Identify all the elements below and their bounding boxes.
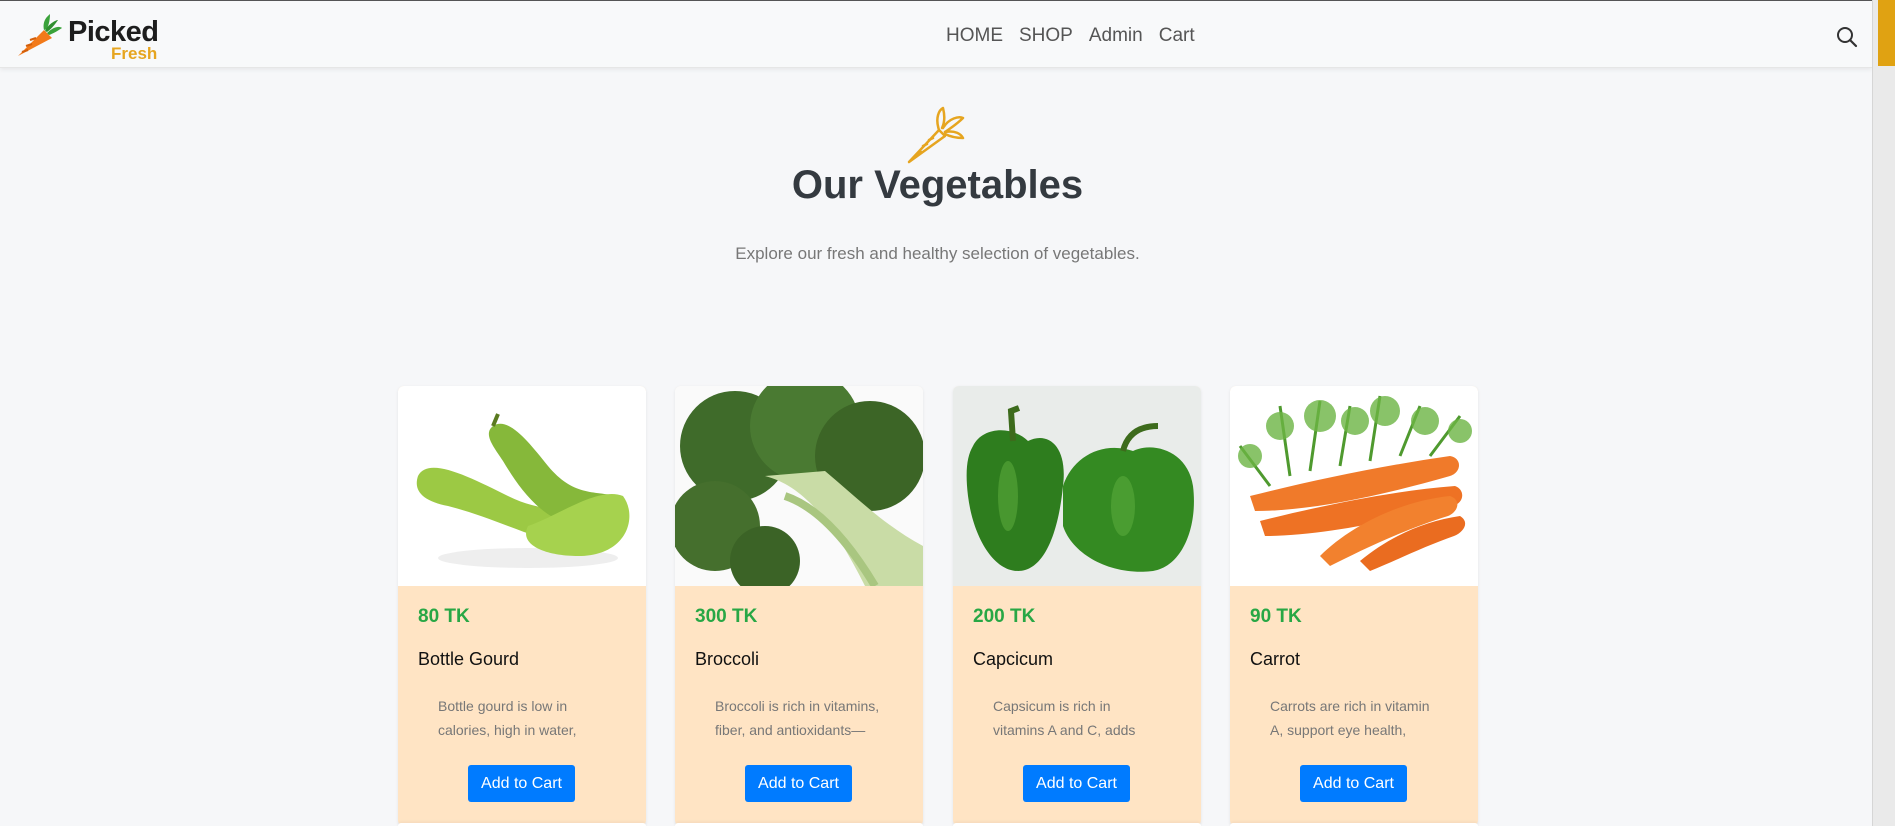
product-price: 90 TK	[1250, 606, 1302, 627]
product-card: 300 TK Broccoli Broccoli is rich in vita…	[675, 386, 923, 826]
product-price: 80 TK	[418, 606, 470, 627]
product-name: Capcicum	[973, 649, 1054, 669]
brand-logo[interactable]: Picked Fresh	[14, 10, 174, 63]
product-name: Broccoli	[695, 649, 760, 669]
nav-admin[interactable]: Admin	[1089, 25, 1143, 47]
page-subtitle: Explore our fresh and healthy selection …	[735, 244, 1140, 263]
capsicum-image	[953, 386, 1201, 586]
hero-carrot-icon-wrap	[905, 104, 967, 171]
top-navbar: Picked Fresh HOME SHOP Admin Cart	[0, 0, 1872, 68]
search-icon	[1837, 27, 1858, 48]
product-name: Carrot	[1250, 649, 1301, 669]
add-to-cart-button[interactable]: Add to Cart	[745, 765, 852, 802]
scrollbar-track[interactable]	[1872, 0, 1895, 826]
carrot-image	[1230, 386, 1478, 586]
page-title: Our Vegetables	[791, 163, 1084, 207]
product-description: Carrots are rich in vitamin A, support e…	[1270, 698, 1430, 738]
product-description: Broccoli is rich in vitamins, fiber, and…	[715, 698, 880, 738]
nav-shop[interactable]: SHOP	[1019, 25, 1073, 47]
product-description: Capsicum is rich in vitamins A and C, ad…	[993, 698, 1136, 738]
main-nav: HOME SHOP Admin Cart	[946, 25, 1195, 47]
brand-tagline: Fresh	[111, 44, 158, 63]
product-card: 80 TK Bottle Gourd Bottle gourd is low i…	[398, 386, 646, 826]
carrot-outline-icon	[907, 106, 965, 164]
broccoli-image	[675, 386, 923, 586]
add-to-cart-button[interactable]: Add to Cart	[1300, 765, 1407, 802]
product-price: 200 TK	[973, 606, 1036, 627]
nav-cart[interactable]: Cart	[1159, 25, 1195, 47]
scrollbar-thumb[interactable]	[1878, 0, 1895, 66]
product-card: 90 TK Carrot Carrots are rich in vitamin…	[1230, 386, 1478, 826]
nav-home[interactable]: HOME	[946, 25, 1003, 47]
search-button[interactable]	[1836, 26, 1858, 48]
bottle-gourd-image	[398, 386, 646, 586]
product-price: 300 TK	[695, 606, 758, 627]
carrot-logo-icon	[18, 14, 62, 56]
product-name: Bottle Gourd	[418, 649, 520, 669]
add-to-cart-button[interactable]: Add to Cart	[1023, 765, 1130, 802]
product-card: 200 TK Capcicum Capsicum is rich in vita…	[953, 386, 1201, 826]
product-description: Bottle gourd is low in calories, high in…	[438, 698, 577, 738]
add-to-cart-button[interactable]: Add to Cart	[468, 765, 575, 802]
